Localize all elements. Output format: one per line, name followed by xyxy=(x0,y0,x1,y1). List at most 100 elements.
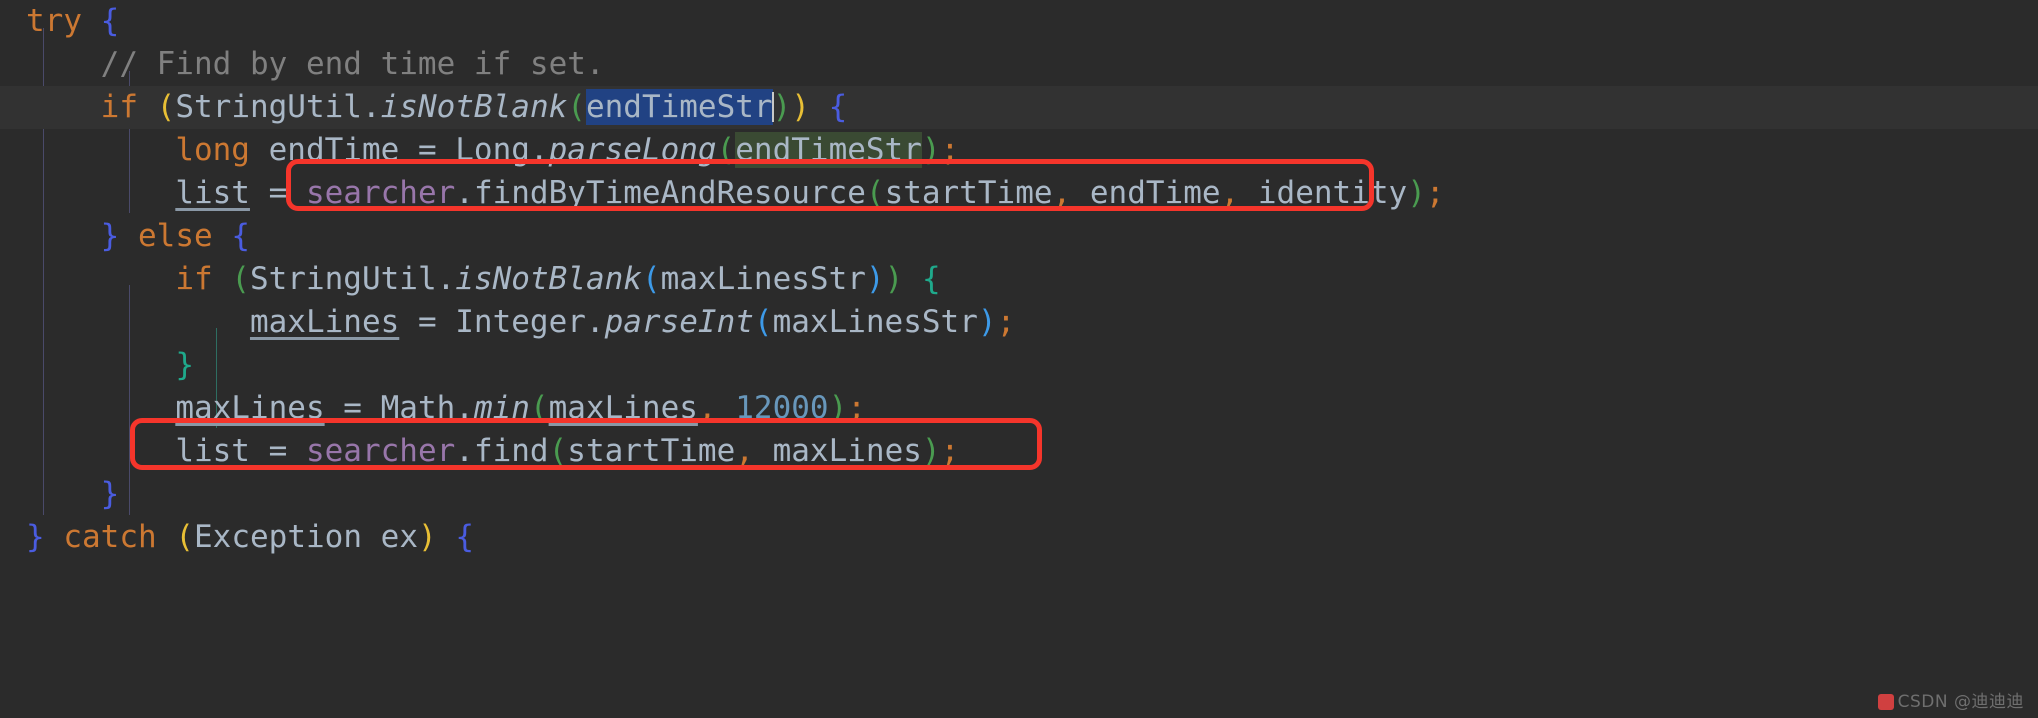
code-line-7[interactable]: if (StringUtil.isNotBlank(maxLinesStr)) … xyxy=(0,258,2038,301)
code-token: ) xyxy=(977,304,997,340)
code-token: ; xyxy=(940,132,960,168)
code-token: } xyxy=(100,218,120,254)
code-token: ) xyxy=(828,390,848,426)
code-token: ( xyxy=(231,261,250,297)
code-token: ( xyxy=(641,261,661,297)
code-token: ) xyxy=(921,433,941,469)
code-line-9[interactable]: } xyxy=(0,344,2038,387)
code-token: ; xyxy=(847,390,866,426)
code-token: maxLines xyxy=(249,304,400,340)
code-line-13[interactable]: } catch (Exception ex) { xyxy=(0,516,2038,559)
code-token: { xyxy=(100,3,120,39)
code-token: , xyxy=(697,390,717,426)
code-token: ) xyxy=(921,132,941,168)
code-token: isNotBlank xyxy=(455,261,642,297)
code-line-12[interactable]: } xyxy=(0,473,2038,516)
code-token: = Integer. xyxy=(399,304,605,340)
code-token: , xyxy=(1052,175,1072,211)
code-token: ( xyxy=(548,433,568,469)
code-token: } xyxy=(175,347,194,383)
code-line-1[interactable]: try { xyxy=(0,0,2038,43)
code-token: searcher xyxy=(305,433,456,469)
code-token: ) xyxy=(1407,175,1426,211)
code-token: ( xyxy=(175,519,195,555)
code-token: Exception ex xyxy=(194,519,418,555)
code-line-2[interactable]: // Find by end time if set. xyxy=(0,43,2038,86)
code-token: { xyxy=(231,218,250,254)
code-token: ( xyxy=(567,89,586,125)
code-token: = xyxy=(249,175,306,211)
code-line-4[interactable]: long endTime = Long.parseLong(endTimeStr… xyxy=(0,129,2038,172)
code-token: ( xyxy=(716,132,736,168)
watermark-text: CSDN @迪迪迪 xyxy=(1897,692,2024,712)
code-token: maxLinesStr xyxy=(772,304,978,340)
code-token: ) xyxy=(865,261,885,297)
code-token: ; xyxy=(1425,175,1445,211)
code-token: catch xyxy=(63,519,157,555)
code-line-8[interactable]: maxLines = Integer.parseInt(maxLinesStr)… xyxy=(0,301,2038,344)
code-token: .find xyxy=(455,433,549,469)
code-token: 12000 xyxy=(735,390,829,426)
csdn-watermark: CSDN @迪迪迪 xyxy=(1877,687,2024,712)
code-token: maxLines xyxy=(175,390,325,426)
code-token: else xyxy=(138,218,213,254)
code-token: maxLinesStr xyxy=(660,261,866,297)
code-token: ) xyxy=(791,89,810,125)
code-token: endTimeStr xyxy=(735,132,922,168)
code-token: ( xyxy=(156,89,176,125)
code-token: list xyxy=(175,175,250,211)
code-token: ) xyxy=(417,519,437,555)
code-token: ( xyxy=(529,390,549,426)
code-line-10[interactable]: maxLines = Math.min(maxLines, 12000); xyxy=(0,387,2038,430)
code-token: try xyxy=(26,3,82,39)
code-token: StringUtil. xyxy=(249,261,456,297)
code-token: = Math. xyxy=(324,390,474,426)
code-line-6[interactable]: } else { xyxy=(0,215,2038,258)
code-token: ) xyxy=(772,89,792,125)
code-token: .findByTimeAndResource xyxy=(455,175,866,211)
code-block[interactable]: try { // Find by end time if set. if (St… xyxy=(0,0,2038,559)
code-token: ( xyxy=(865,175,885,211)
code-editor[interactable]: try { // Find by end time if set. if (St… xyxy=(0,0,2038,718)
code-token: = xyxy=(249,433,306,469)
code-token: identity xyxy=(1239,175,1408,211)
code-token: if xyxy=(100,89,138,125)
code-token: endTime = Long. xyxy=(249,132,549,168)
code-token: if xyxy=(175,261,213,297)
code-token: } xyxy=(100,476,120,512)
code-token: { xyxy=(455,519,474,555)
code-token: maxLines xyxy=(548,390,698,426)
code-token: searcher xyxy=(305,175,456,211)
code-line-5[interactable]: list = searcher.findByTimeAndResource(st… xyxy=(0,172,2038,215)
code-token: long xyxy=(175,132,250,168)
csdn-logo-icon xyxy=(1877,694,1894,710)
code-token: startTime xyxy=(567,433,736,469)
code-token: startTime xyxy=(884,175,1053,211)
code-token: parseLong xyxy=(548,132,717,168)
code-token: parseInt xyxy=(604,304,754,340)
code-token: ( xyxy=(753,304,773,340)
code-token: { xyxy=(828,89,848,125)
code-line-3[interactable]: if (StringUtil.isNotBlank(endTimeStr)) { xyxy=(0,86,2038,129)
code-token: StringUtil. xyxy=(175,89,381,125)
code-token: min xyxy=(473,390,530,426)
code-token: // Find by end time if set. xyxy=(100,46,605,82)
code-token: endTime xyxy=(1071,175,1221,211)
code-token: list xyxy=(175,433,250,469)
code-token: endTimeStr xyxy=(585,89,773,125)
code-token: } xyxy=(26,519,45,555)
code-line-11[interactable]: list = searcher.find(startTime, maxLines… xyxy=(0,430,2038,473)
